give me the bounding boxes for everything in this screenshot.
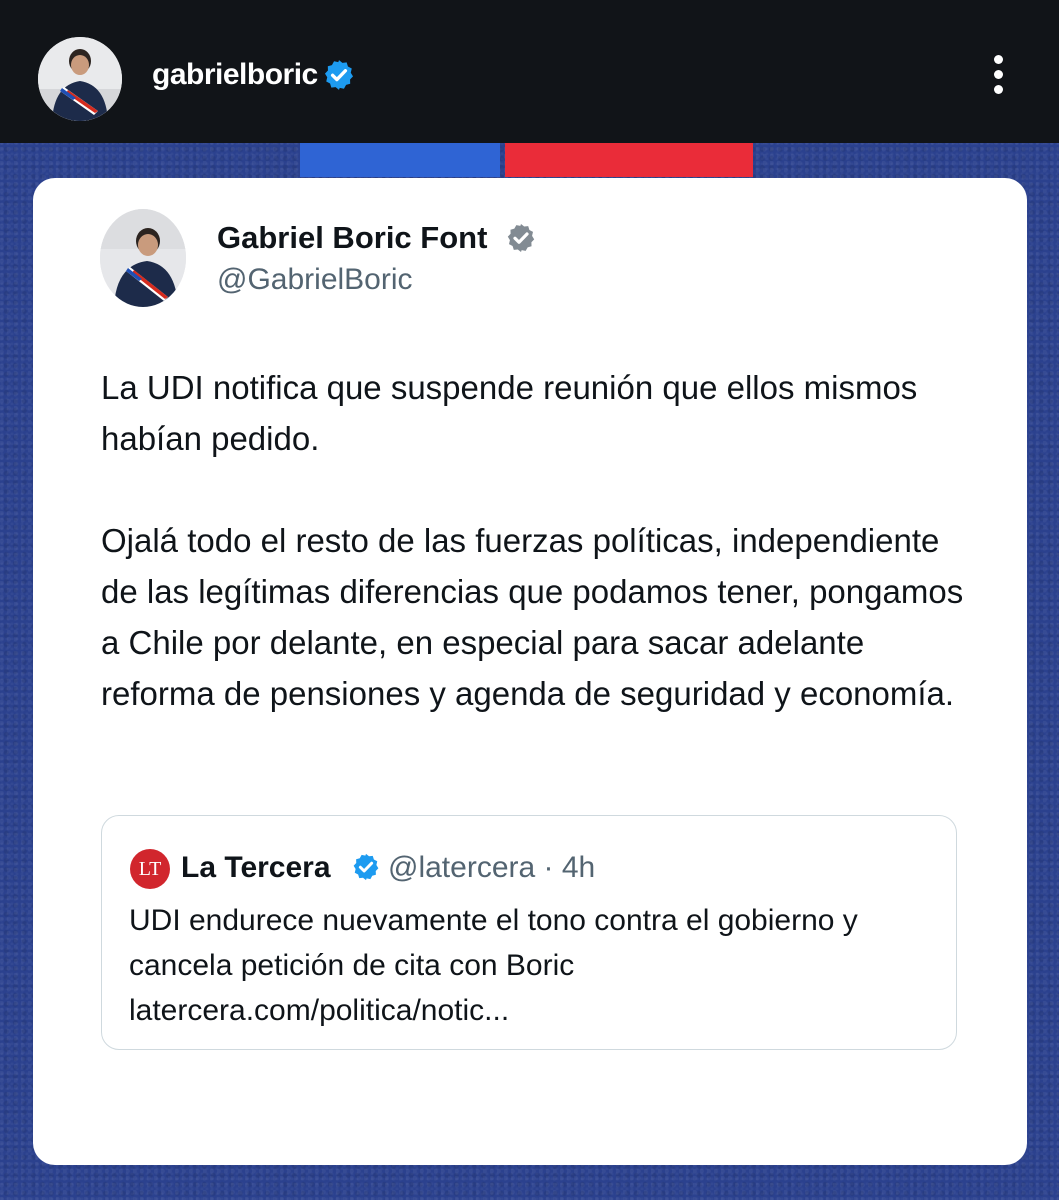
avatar[interactable] bbox=[38, 37, 122, 121]
verified-badge-icon bbox=[324, 60, 354, 90]
tweet-card: Gabriel Boric Font @GabrielBoric La UDI … bbox=[33, 178, 1027, 1165]
tweet-paragraph: Ojalá todo el resto de las fuerzas polít… bbox=[101, 522, 964, 712]
tweet-handle[interactable]: @GabrielBoric bbox=[217, 260, 413, 300]
quoted-meta: @latercera · 4h bbox=[388, 851, 596, 884]
story-header: gabrielboric bbox=[0, 0, 1059, 143]
flag-stripe-blue bbox=[300, 143, 500, 177]
flag-stripe-red bbox=[505, 143, 753, 177]
quoted-display-name: La Tercera bbox=[181, 851, 331, 884]
tweet-display-name[interactable]: Gabriel Boric Font bbox=[217, 218, 487, 258]
verified-badge-icon bbox=[353, 853, 379, 881]
tweet-avatar[interactable] bbox=[100, 209, 186, 307]
tweet-paragraph: La UDI notifica que suspende reunión que… bbox=[101, 369, 918, 457]
quoted-text: UDI endurece nuevamente el tono contra e… bbox=[129, 904, 858, 1027]
story-username[interactable]: gabrielboric bbox=[152, 55, 318, 95]
quoted-tweet[interactable]: LT La Tercera @latercera · 4h UDI endure… bbox=[101, 815, 957, 1050]
tweet-body: La UDI notifica que suspende reunión que… bbox=[101, 362, 981, 719]
more-vertical-icon[interactable] bbox=[982, 52, 1016, 98]
verified-badge-icon bbox=[507, 224, 535, 252]
la-tercera-logo: LT bbox=[130, 849, 170, 889]
